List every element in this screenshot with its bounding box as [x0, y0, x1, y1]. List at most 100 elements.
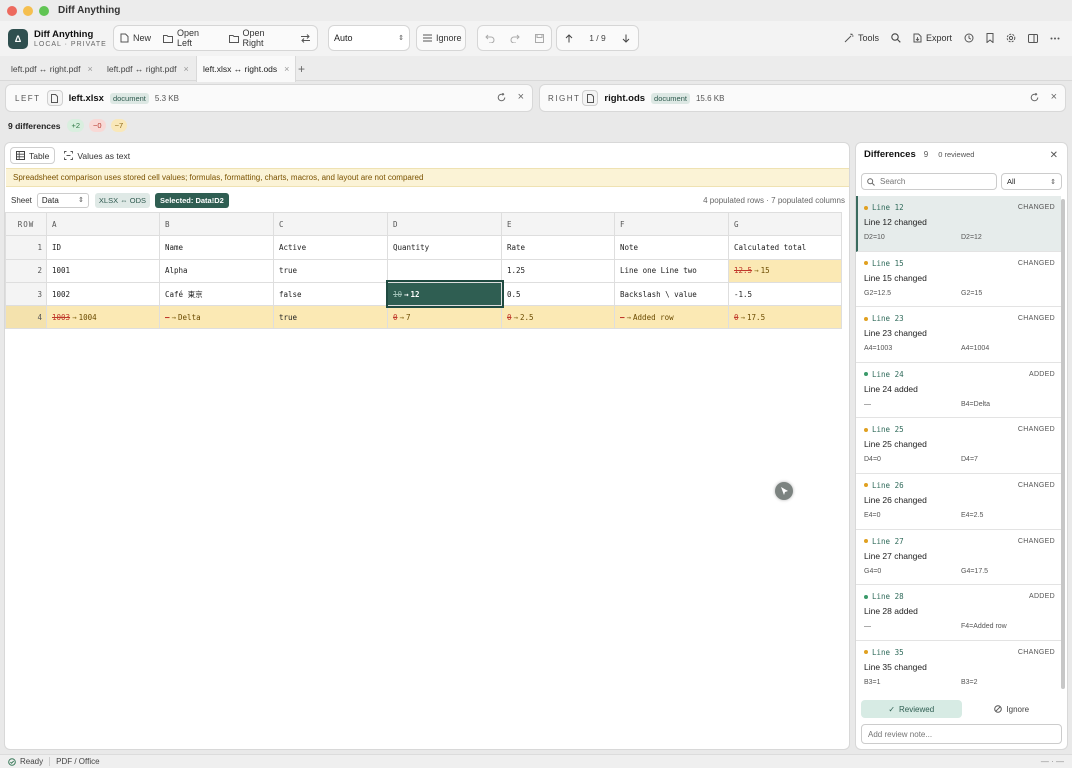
diff-right-value: B3=2 [961, 678, 978, 686]
left-file-name: left.xlsx [68, 92, 104, 104]
tools-button[interactable]: Tools [838, 25, 885, 51]
list-item[interactable]: Line 35 CHANGED Line 35 changed B3=1 B3=2 [856, 641, 1061, 692]
save-icon[interactable] [534, 33, 544, 43]
list-item[interactable]: Line 23 CHANGED Line 23 changed A4=1003 A4=1… [856, 307, 1061, 363]
list-item[interactable]: Line 12 CHANGED Line 12 changed D2=10 D2=12 [856, 196, 1061, 252]
search-button[interactable] [885, 25, 907, 51]
table-cell[interactable]: 10 → 12 [385, 280, 504, 308]
table-cell[interactable]: 0 → 7 [387, 305, 502, 330]
close-icon[interactable]: × [183, 64, 188, 74]
table-cell[interactable]: true [273, 258, 388, 283]
table-cell[interactable]: 0 → 17.5 [728, 305, 842, 330]
differences-filter-select[interactable]: All ⇕ [1001, 173, 1062, 190]
table-cell[interactable]: ID [46, 235, 160, 260]
old-value: 10 [393, 289, 403, 299]
column-header-g[interactable]: G [728, 211, 842, 237]
reload-icon[interactable] [497, 92, 506, 102]
close-icon[interactable]: × [87, 64, 92, 74]
column-header-row: ROW ABCDEFG [5, 211, 842, 237]
old-value: 12.5 [734, 266, 753, 276]
removed-count-chip[interactable]: −0 [89, 119, 106, 132]
swap-sides-button[interactable] [294, 26, 317, 50]
table-cell[interactable]: Café 東京 [159, 281, 274, 307]
table-cell[interactable] [387, 258, 502, 283]
add-tab-icon[interactable]: + [298, 62, 305, 76]
next-diff-icon[interactable] [622, 34, 630, 43]
close-icon[interactable]: × [284, 64, 289, 74]
close-icon[interactable]: ✕ [1050, 150, 1058, 161]
tab-values-as-text[interactable]: Values as text [59, 147, 135, 164]
reviewed-button[interactable]: ✓ Reviewed [861, 700, 962, 718]
table-cell[interactable]: — → Added row [614, 305, 729, 330]
sheet-select[interactable]: Data ⇕ [36, 192, 89, 208]
redo-icon[interactable] [510, 34, 520, 43]
document-icon [582, 90, 599, 106]
close-window-button[interactable] [7, 5, 17, 16]
column-header-f[interactable]: F [614, 211, 729, 237]
table-cell[interactable]: 1003 → 1004 [46, 305, 160, 330]
tab-pdf-2[interactable]: left.pdf ↔ right.pdf × [107, 56, 189, 81]
minimize-window-button[interactable] [23, 5, 33, 16]
more-button[interactable] [1044, 25, 1066, 51]
column-header-a[interactable]: A [46, 211, 160, 237]
table-cell[interactable]: Quantity [387, 235, 502, 260]
table-cell[interactable]: Backslash \ value [614, 281, 729, 307]
table-cell[interactable]: Name [159, 235, 274, 260]
column-header-d[interactable]: D [387, 211, 502, 237]
table-cell[interactable]: 0.5 [501, 281, 615, 307]
scrollbar[interactable] [1061, 199, 1065, 689]
column-header-c[interactable]: C [273, 211, 388, 237]
table-cell[interactable]: Calculated total [728, 235, 842, 260]
table-cell[interactable]: 12.5 → 15 [728, 258, 842, 283]
table-cell[interactable]: 1001 [46, 258, 160, 283]
table-cell[interactable]: — → Delta [159, 305, 274, 330]
table-cell[interactable]: 0 → 2.5 [501, 305, 615, 330]
status-mode: PDF / Office [56, 757, 100, 766]
bookmark-button[interactable] [980, 25, 1000, 51]
ignore-diff-button[interactable]: Ignore [962, 700, 1063, 718]
list-item[interactable]: Line 26 CHANGED Line 26 changed E4=0 E4=2.5 [856, 474, 1061, 530]
table-cell[interactable]: false [273, 281, 388, 307]
list-item[interactable]: Line 28 ADDED Line 28 added — F4=Added row [856, 585, 1061, 641]
changed-count-chip[interactable]: ~7 [110, 119, 128, 132]
toggle-sidebar-button[interactable] [1022, 25, 1044, 51]
added-count-chip[interactable]: +2 [67, 119, 85, 132]
table-cell[interactable]: 1002 [46, 281, 160, 307]
tab-xlsx-ods[interactable]: left.xlsx ↔ right.ods × [196, 56, 297, 82]
tab-table[interactable]: Table [10, 147, 56, 164]
open-left-button[interactable]: Open Left [157, 26, 223, 50]
ignore-button[interactable]: Ignore [417, 26, 468, 50]
undo-icon[interactable] [485, 34, 495, 43]
table-cell[interactable]: Active [273, 235, 388, 260]
table-cell[interactable]: Alpha [159, 258, 274, 283]
document-icon [46, 90, 63, 106]
table-cell[interactable]: Note [614, 235, 729, 260]
column-header-e[interactable]: E [501, 211, 615, 237]
table-cell[interactable]: Line one Line two [614, 258, 729, 283]
list-item[interactable]: Line 27 CHANGED Line 27 changed G4=0 G4=17.5 [856, 530, 1061, 586]
export-button[interactable]: Export [907, 25, 958, 51]
table-cell[interactable]: 1.25 [501, 258, 615, 283]
settings-button[interactable] [1000, 25, 1022, 51]
diff-left-value: D2=10 [864, 234, 885, 241]
column-header-b[interactable]: B [159, 211, 274, 237]
list-item[interactable]: Line 25 CHANGED Line 25 changed D4=0 D4=7 [856, 418, 1061, 474]
close-icon[interactable]: × [518, 91, 524, 103]
list-item[interactable]: Line 24 ADDED Line 24 added — B4=Delta [856, 363, 1061, 419]
zoom-window-button[interactable] [39, 5, 49, 16]
review-note-input[interactable] [868, 729, 1048, 739]
tab-pdf-1[interactable]: left.pdf ↔ right.pdf × [11, 56, 93, 81]
table-cell[interactable]: true [273, 305, 388, 330]
table-cell[interactable]: -1.5 [728, 281, 842, 307]
close-icon[interactable]: × [1051, 91, 1057, 103]
table-cell[interactable]: Rate [501, 235, 615, 260]
diff-values: G4=0 G4=17.5 [864, 568, 1061, 575]
list-item[interactable]: Line 15 CHANGED Line 15 changed G2=12.5 G2=1… [856, 252, 1061, 308]
previous-diff-icon[interactable] [565, 33, 573, 43]
history-button[interactable] [958, 25, 980, 51]
new-button[interactable]: New [114, 26, 157, 50]
compare-mode-select[interactable]: Auto ⇕ [328, 25, 410, 51]
reload-icon[interactable] [1030, 92, 1039, 102]
differences-search-input[interactable] [880, 177, 990, 186]
open-right-button[interactable]: Open Right [223, 26, 295, 50]
